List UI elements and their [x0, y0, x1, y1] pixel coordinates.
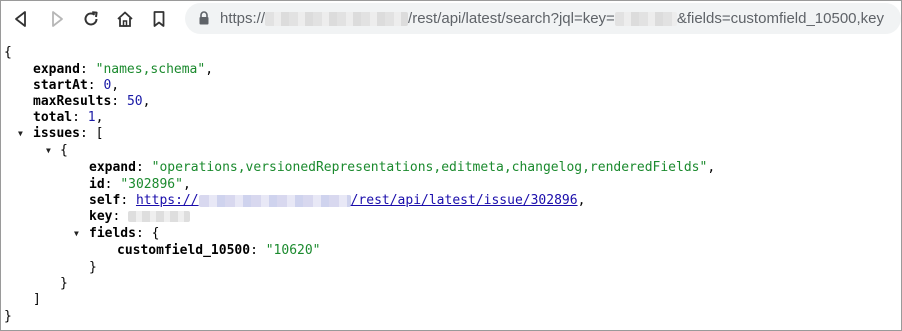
collapse-issue-icon[interactable]: ▼	[46, 143, 51, 159]
json-string-value: "names,schema"	[95, 62, 206, 77]
json-issue-expand-line: expand: "operations,versionedRepresentat…	[89, 160, 716, 175]
self-link-scheme: https://	[135, 193, 199, 208]
json-key: expand	[89, 160, 136, 175]
json-number-value: 1	[87, 110, 96, 125]
json-customfield-line: customfield_10500: "10620"	[117, 243, 321, 258]
json-open-bracket: [	[95, 126, 104, 141]
json-maxresults-line: maxResults: 50,	[33, 94, 151, 109]
json-key: startAt	[33, 78, 88, 93]
json-startat-line: startAt: 0,	[33, 78, 120, 93]
json-number-value: 0	[103, 78, 112, 93]
json-key: fields	[89, 226, 136, 241]
json-open-brace: {	[4, 45, 12, 60]
json-key: key	[89, 209, 113, 224]
json-fields-line: fields: {	[89, 226, 160, 241]
collapse-issues-icon[interactable]: ▼	[18, 126, 23, 142]
json-issue-self-line: self: https:///rest/api/latest/issue/302…	[89, 193, 586, 208]
json-fields-close-brace: }	[89, 260, 97, 275]
json-issues-line: issues: [	[33, 126, 104, 141]
self-link[interactable]: https:// /rest/api/latest/issue/302896	[136, 193, 578, 208]
json-expand-line: expand: "names,schema",	[33, 62, 214, 77]
json-key: self	[89, 193, 121, 208]
json-key: maxResults	[33, 94, 112, 109]
json-close-bracket: ]	[33, 292, 41, 307]
json-string-value: "302896"	[120, 177, 183, 192]
json-key: id	[89, 177, 105, 192]
json-fields-open-brace: {	[151, 226, 160, 241]
json-issue-close-brace: }	[60, 276, 68, 291]
json-total-line: total: 1,	[33, 110, 104, 125]
json-number-value: 50	[126, 94, 143, 109]
collapse-fields-icon[interactable]: ▼	[74, 226, 79, 242]
redacted-host	[198, 194, 351, 207]
json-string-value: "operations,versionedRepresentations,edi…	[151, 160, 708, 175]
self-link-path: /rest/api/latest/issue/302896	[350, 193, 578, 208]
json-key: issues	[33, 126, 80, 141]
redacted-issue-key	[128, 211, 191, 222]
json-string-value: "10620"	[265, 243, 321, 258]
json-key: expand	[33, 62, 80, 77]
json-issue-id-line: id: "302896",	[89, 177, 191, 192]
json-issue-open-brace: {	[60, 143, 68, 158]
json-issue-key-line: key:	[89, 209, 191, 225]
json-key: total	[33, 110, 73, 125]
json-close-brace: }	[4, 309, 12, 324]
json-key: customfield_10500	[117, 243, 251, 258]
json-viewer: { expand: "names,schema", startAt: 0, ma…	[0, 0, 902, 331]
